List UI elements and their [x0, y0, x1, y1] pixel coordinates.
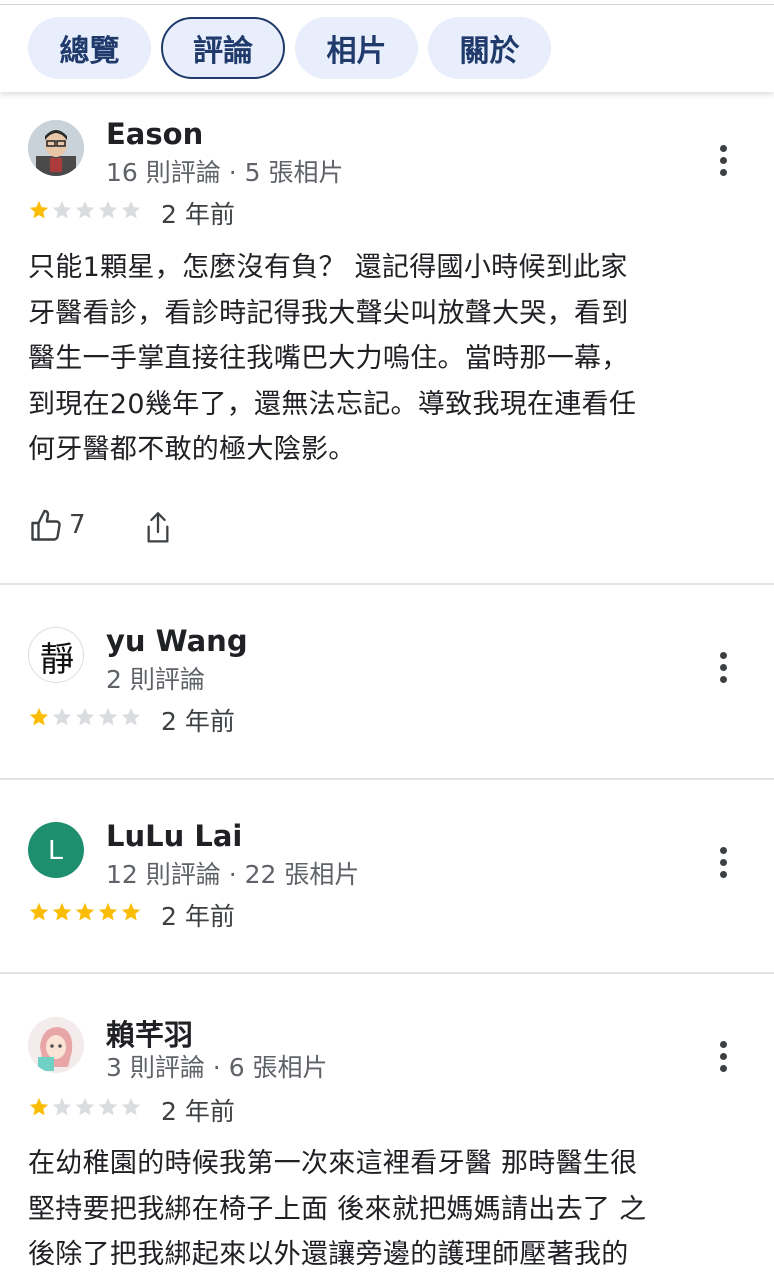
avatar-glyph: 靜 — [40, 639, 74, 680]
share-icon[interactable] — [142, 510, 174, 546]
reviewer-meta: 3 則評論 · 6 張相片 — [106, 1053, 328, 1082]
star-empty-icon — [121, 1097, 141, 1116]
more-options-icon[interactable] — [716, 845, 732, 879]
star-empty-icon — [75, 707, 95, 726]
star-filled-icon — [29, 707, 49, 726]
anime-girl-avatar[interactable] — [28, 1017, 84, 1073]
star-empty-icon — [75, 200, 95, 219]
star-empty-icon — [52, 1097, 72, 1116]
star-filled-icon — [29, 902, 49, 921]
star-empty-icon — [52, 200, 72, 219]
reviewer-meta: 2 則評論 — [106, 665, 205, 694]
star-empty-icon — [121, 200, 141, 219]
review-text-line: 在幼稚園的時候我第一次來這裡看牙醫 那時醫生很 — [28, 1148, 638, 1179]
reviewer-name[interactable]: Eason — [106, 117, 203, 151]
star-filled-icon — [98, 902, 118, 921]
star-filled-icon — [75, 902, 95, 921]
tab-reviews[interactable]: 評論 — [161, 17, 285, 79]
star-filled-icon — [29, 1097, 49, 1116]
star-empty-icon — [121, 707, 141, 726]
divider — [0, 778, 774, 780]
tab-overview[interactable]: 總覽 — [28, 17, 151, 79]
review-text-line: 醫生一手掌直接往我嘴巴大力嗚住。當時那一幕， — [28, 343, 629, 374]
review-text-line: 後除了把我綁起來以外還讓旁邊的護理師壓著我的 — [28, 1239, 629, 1270]
star-filled-icon — [52, 902, 72, 921]
star-empty-icon — [52, 707, 72, 726]
star-empty-icon — [98, 1097, 118, 1116]
star-filled-icon — [29, 200, 49, 219]
more-options-icon[interactable] — [716, 143, 732, 177]
person-photo-avatar[interactable] — [28, 120, 84, 176]
top-border — [0, 0, 774, 5]
review-text-line: 只能1顆星，怎麼沒有負？ 還記得國小時候到此家 — [28, 252, 628, 283]
star-empty-icon — [98, 200, 118, 219]
divider — [0, 583, 774, 585]
tab-about[interactable]: 關於 — [428, 17, 551, 79]
review-time: 2 年前 — [161, 707, 235, 736]
review-text-line: 何牙醫都不敢的極大陰影。 — [28, 434, 356, 465]
star-rating — [28, 199, 142, 221]
letter-avatar[interactable]: L — [28, 822, 84, 878]
thumbs-up-icon[interactable] — [28, 508, 64, 544]
review-text-line: 牙醫看診，看診時記得我大聲尖叫放聲大哭，看到 — [28, 297, 629, 329]
review-time: 2 年前 — [161, 902, 235, 931]
review-text: 只能1顆星，怎麼沒有負？ 還記得國小時候到此家 牙醫看診，看診時記得我大聲尖叫放… — [28, 245, 746, 473]
more-options-icon[interactable] — [716, 650, 732, 684]
reviewer-name[interactable]: yu Wang — [106, 624, 248, 658]
star-empty-icon — [75, 1097, 95, 1116]
reviewer-meta: 12 則評論 · 22 張相片 — [106, 860, 360, 889]
star-filled-icon — [121, 902, 141, 921]
star-rating — [28, 1096, 142, 1118]
like-count: 7 — [69, 510, 86, 540]
star-empty-icon — [98, 707, 118, 726]
review-text-line: 堅持要把我綁在椅子上面 後來就把媽媽請出去了 之 — [28, 1193, 647, 1225]
review-text: 在幼稚園的時候我第一次來這裡看牙醫 那時醫生很 堅持要把我綁在椅子上面 後來就把… — [28, 1141, 746, 1278]
reviewer-meta: 16 則評論 · 5 張相片 — [106, 158, 344, 187]
review-text-line: 到現在20幾年了，還無法忘記。導致我現在連看任 — [28, 388, 637, 420]
reviewer-name[interactable]: LuLu Lai — [106, 819, 242, 853]
star-rating — [28, 901, 142, 923]
calligraphy-avatar[interactable]: 靜 — [28, 627, 84, 683]
more-options-icon[interactable] — [716, 1039, 732, 1073]
tabs-bar: 總覽 評論 相片 關於 — [0, 0, 774, 92]
divider — [0, 972, 774, 974]
tab-photos[interactable]: 相片 — [295, 17, 418, 79]
star-rating — [28, 706, 142, 728]
review-time: 2 年前 — [161, 1097, 235, 1126]
review-time: 2 年前 — [161, 200, 235, 229]
